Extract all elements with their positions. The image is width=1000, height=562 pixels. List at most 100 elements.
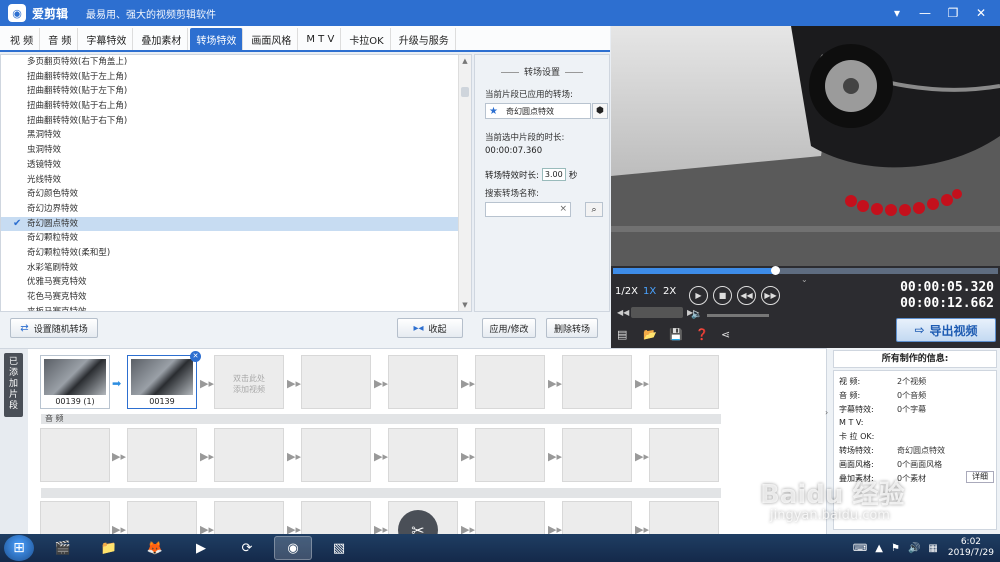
taskbar-app-icon[interactable]: ⟳ [228,536,266,560]
speed-2x-button[interactable]: 2X [663,286,676,297]
tab-item[interactable]: 转场特效 [190,28,244,50]
effect-list-item[interactable]: 奇幻边界特效 [1,202,471,217]
tab-item[interactable]: 音 频 [42,28,79,50]
tab-item[interactable]: 画面风格 [245,28,299,50]
network-icon[interactable]: ▦ [928,543,937,554]
speed-half-button[interactable]: 1/2X [615,286,638,297]
empty-slot[interactable] [649,355,719,409]
list-scrollbar[interactable]: ▲ ▼ [458,55,471,311]
empty-slot[interactable] [40,501,110,534]
effect-list-item[interactable]: 虫洞特效 [1,143,471,158]
empty-slot[interactable] [214,501,284,534]
effect-list-item[interactable]: 多页翻页特效(右下角盖上) [1,55,471,70]
effect-list-item[interactable]: 扭曲翻转特效(贴于左上角) [1,70,471,85]
taskbar-app-icon[interactable]: 🎬 [44,536,82,560]
start-button[interactable]: ⊞ [4,535,34,561]
delete-transition-button[interactable]: 删除转场 [546,318,598,338]
keyboard-icon[interactable]: ⌨ [853,543,867,554]
menu-dropdown-icon[interactable]: ▾ [884,3,910,23]
progress-track[interactable] [613,268,998,274]
next-frame-icon[interactable]: ▶▶ [761,286,780,305]
effect-list-item[interactable]: 水彩笔刷特效 [1,261,471,276]
collapse-button[interactable]: ▸◂ 收起 [397,318,463,338]
help-icon[interactable]: ❓ [695,328,709,341]
new-project-icon[interactable]: ▤ [617,328,627,341]
tab-item[interactable]: 叠加素材 [135,28,189,50]
minimize-icon[interactable]: — [912,3,938,23]
effect-list-item[interactable]: 透镜特效 [1,158,471,173]
effect-list-item[interactable]: 夹板马赛克特效 [1,305,471,311]
empty-slot[interactable] [301,501,371,534]
empty-slot[interactable] [475,428,545,482]
transition-duration-input[interactable]: 3.00 [541,168,566,181]
effect-list-item[interactable]: ✔ 奇幻圆点特效 [1,216,471,232]
empty-slot[interactable] [301,355,371,409]
effect-list-item[interactable]: 优雅马赛克特效 [1,275,471,290]
empty-slot[interactable] [301,428,371,482]
effect-list-item[interactable]: 奇幻颗粒特效 [1,231,471,246]
tab-item[interactable]: 卡拉OK [343,28,391,50]
empty-slot[interactable] [388,428,458,482]
empty-slot[interactable] [214,428,284,482]
effect-list-item[interactable]: 扭曲翻转特效(贴于右下角) [1,114,471,129]
restore-icon[interactable]: ❐ [940,3,966,23]
scroll-down-icon[interactable]: ▼ [459,299,471,311]
video-clip[interactable]: 00139 ✕ [127,351,201,409]
video-clip[interactable]: 00139 (1) [40,355,110,409]
save-icon[interactable]: 💾 [669,328,683,341]
empty-slot[interactable]: 双击此处 添加视频 [214,355,284,409]
empty-slot[interactable] [388,355,458,409]
empty-slot[interactable] [562,355,632,409]
effect-list-item[interactable]: 黑洞特效 [1,128,471,143]
taskbar-app-icon[interactable]: 🦊 [136,536,174,560]
play-icon[interactable]: ▶ [689,286,708,305]
effect-list-item[interactable]: 扭曲翻转特效(贴于右上角) [1,99,471,114]
tab-item[interactable]: 升级与服务 [393,28,456,50]
search-input[interactable]: × [485,202,571,217]
random-transition-button[interactable]: ⇄ 设置随机转场 [10,318,98,338]
stop-icon[interactable]: ■ [713,286,732,305]
export-video-button[interactable]: ⇨ 导出视频 [896,318,996,342]
expand-arrow-icon[interactable]: ⌄ [801,275,808,284]
video-preview[interactable] [611,26,1000,266]
detail-button[interactable]: 详细 [966,471,994,483]
effect-list-item[interactable]: 光线特效 [1,173,471,188]
scroll-thumb[interactable] [461,87,469,97]
effect-list-item[interactable]: 扭曲翻转特效(贴于左下角) [1,84,471,99]
empty-slot[interactable] [475,501,545,534]
taskbar-app-icon[interactable]: ◉ [274,536,312,560]
cube-icon[interactable]: ⬢ [592,103,608,119]
previous-frame-icon[interactable]: ◀◀ [737,286,756,305]
added-clips-tab[interactable]: 已添加片段 [4,353,23,417]
collapse-panel-icon[interactable]: › [825,408,828,417]
remove-clip-icon[interactable]: ✕ [190,351,201,362]
rewind-icon[interactable]: ◀◀ [617,308,629,317]
taskbar-app-icon[interactable]: ▧ [320,536,358,560]
scroll-up-icon[interactable]: ▲ [459,55,471,67]
empty-slot[interactable] [40,428,110,482]
flag-icon[interactable]: ⚑ [891,543,900,554]
effect-list-item[interactable]: 花色马赛克特效 [1,290,471,305]
jog-bar[interactable] [631,307,683,318]
show-hidden-icon[interactable]: ▲ [875,543,883,554]
apply-modify-button[interactable]: 应用/修改 [482,318,536,338]
tab-item[interactable]: 视 频 [4,28,41,50]
empty-slot[interactable] [649,501,719,534]
taskbar-app-icon[interactable]: 📁 [90,536,128,560]
empty-slot[interactable] [127,501,197,534]
empty-slot[interactable] [562,501,632,534]
volume-slider[interactable] [707,314,769,317]
open-folder-icon[interactable]: 📂 [643,328,657,341]
search-icon[interactable]: ⌕ [585,202,603,217]
close-icon[interactable]: ✕ [968,3,994,23]
speed-1x-button[interactable]: 1X [643,286,656,297]
speaker-icon[interactable]: 🔊 [908,543,920,554]
taskbar-app-icon[interactable]: ▶ [182,536,220,560]
empty-slot[interactable] [127,428,197,482]
volume-icon[interactable]: 🔈 [691,310,702,320]
effect-list-item[interactable]: 奇幻颜色特效 [1,187,471,202]
tab-item[interactable]: 字幕特效 [80,28,134,50]
empty-slot[interactable] [562,428,632,482]
clear-icon[interactable]: × [559,204,567,214]
tab-item[interactable]: M T V [300,28,342,50]
